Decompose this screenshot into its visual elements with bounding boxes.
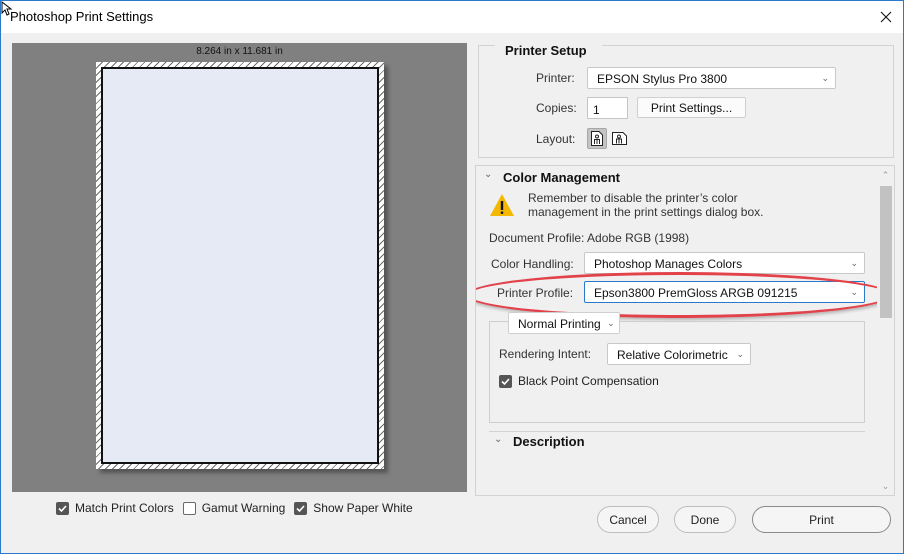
print-settings-button[interactable]: Print Settings... [637,97,746,118]
settings-panel: Printer Setup Printer: EPSON Stylus Pro … [475,43,895,496]
printer-setup-heading: Printer Setup [505,43,587,58]
printer-label: Printer: [536,71,575,85]
print-preview: 8.264 in x 11.681 in [12,43,467,492]
landscape-layout-button[interactable] [609,128,629,149]
close-button[interactable] [869,1,903,33]
collapse-chevron-icon[interactable]: ⌄ [484,169,492,180]
scrollbar-thumb[interactable] [880,186,892,318]
checkmark-icon [501,377,510,385]
printer-setup-group: Printer Setup Printer: EPSON Stylus Pro … [478,43,894,158]
preview-options: Match Print Colors Gamut Warning Show Pa… [56,501,422,515]
portrait-layout-button[interactable] [587,128,607,149]
chevron-down-icon: ⌄ [736,349,744,359]
show-paper-white-checkbox[interactable]: Show Paper White [294,501,413,515]
done-button[interactable]: Done [674,506,736,533]
printer-profile-value: Epson3800 PremGloss ARGB 091215 [594,286,798,300]
checkmark-icon [58,504,67,512]
color-management-heading[interactable]: Color Management [503,170,620,185]
print-button[interactable]: Print [752,506,891,533]
print-settings-dialog: Photoshop Print Settings 8.264 in x 11.6… [0,0,904,554]
section-divider [489,431,865,432]
checkbox-label: Black Point Compensation [518,374,659,388]
checkbox-box[interactable] [56,501,69,515]
scroll-up-icon[interactable]: ⌃ [877,170,894,181]
printable-area [101,67,379,464]
printer-profile-select[interactable]: Epson3800 PremGloss ARGB 091215 ⌄ [584,281,865,303]
printer-select[interactable]: EPSON Stylus Pro 3800 ⌄ [587,67,836,89]
cancel-button[interactable]: Cancel [597,506,659,533]
chevron-down-icon: ⌄ [607,318,615,328]
checkbox-label: Match Print Colors [75,501,174,515]
paper-dimensions: 8.264 in x 11.681 in [196,46,283,57]
copies-label: Copies: [536,101,577,115]
printer-value: EPSON Stylus Pro 3800 [597,72,728,86]
checkmark-icon [296,504,305,512]
printer-profile-label: Printer Profile: [497,286,574,300]
match-print-colors-checkbox[interactable]: Match Print Colors [56,501,174,515]
layout-label: Layout: [536,132,576,146]
print-mode-value: Normal Printing [518,317,601,331]
rendering-intent-value: Relative Colorimetric [617,348,728,362]
color-handling-select[interactable]: Photoshop Manages Colors ⌄ [584,252,865,274]
color-handling-value: Photoshop Manages Colors [594,257,743,271]
chevron-down-icon: ⌄ [821,73,829,83]
color-management-scroll-panel: ⌄ Color Management Remember to disable t… [475,165,895,496]
rendering-options-group: Normal Printing ⌄ Rendering Intent: Rela… [489,312,865,423]
portrait-layout-icon [591,131,603,146]
landscape-layout-icon [611,132,627,145]
checkbox-label: Gamut Warning [201,501,286,515]
window-title: Photoshop Print Settings [10,9,154,24]
paper-sheet [96,62,384,469]
rendering-intent-select[interactable]: Relative Colorimetric ⌄ [607,343,751,365]
gamut-warning-checkbox[interactable]: Gamut Warning [182,501,286,515]
print-mode-select[interactable]: Normal Printing ⌄ [508,312,620,334]
copies-input[interactable] [587,97,628,119]
chevron-down-icon: ⌄ [850,287,858,297]
warning-line-2: management in the print settings dialog … [528,205,764,219]
black-point-compensation-checkbox[interactable]: Black Point Compensation [499,374,659,388]
rendering-intent-label: Rendering Intent: [499,347,592,361]
mouse-cursor-icon [1,1,13,16]
scroll-down-icon[interactable]: ⌄ [877,481,894,492]
warning-line-1: Remember to disable the printer’s color [528,191,738,205]
close-x-icon [880,11,892,23]
color-handling-label: Color Handling: [491,257,574,271]
warning-triangle-icon [490,194,514,216]
title-bar: Photoshop Print Settings [1,1,903,33]
chevron-down-icon: ⌄ [850,258,858,268]
document-profile: Document Profile: Adobe RGB (1998) [489,231,690,245]
collapse-chevron-icon[interactable]: ⌄ [494,434,502,445]
description-heading[interactable]: Description [513,434,585,449]
checkbox-box[interactable] [182,501,196,515]
vertical-scrollbar[interactable]: ⌃ ⌄ [877,166,894,495]
checkbox-box[interactable] [499,374,512,388]
checkbox-label: Show Paper White [313,501,413,515]
warning-message: Remember to disable the printer’s color … [528,191,828,219]
checkbox-box[interactable] [294,501,308,515]
